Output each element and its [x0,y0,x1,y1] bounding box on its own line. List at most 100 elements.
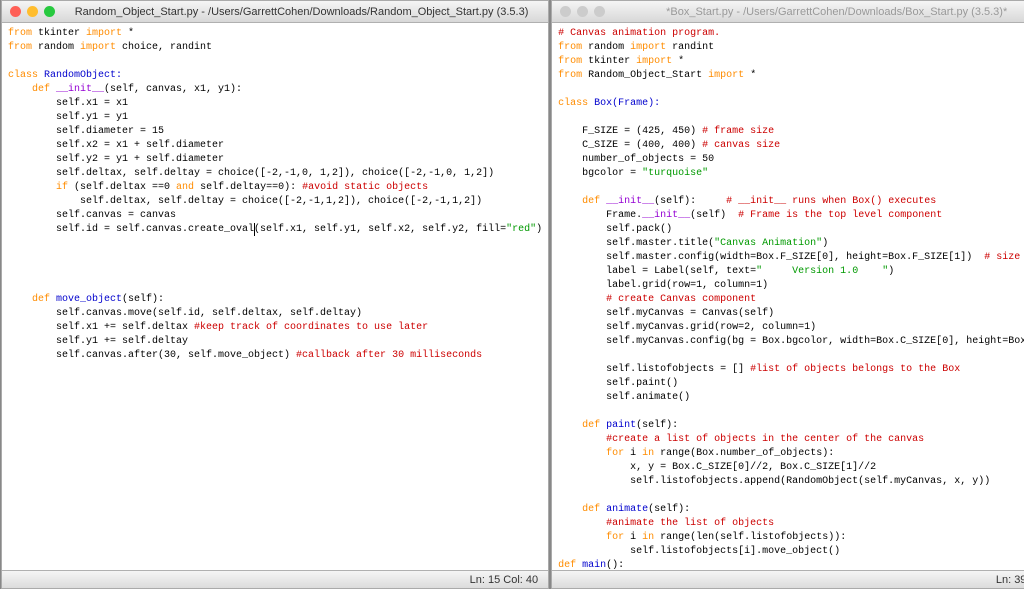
code-line: # Canvas animation program. [558,28,720,39]
code-line: #animate the list of objects [558,518,774,529]
right-titlebar[interactable]: *Box_Start.py - /Users/GarrettCohen/Down… [552,1,1024,23]
code-line: self.x2 = x1 + self.diameter [8,140,224,151]
code-token: class [8,70,38,81]
traffic-lights [560,6,605,17]
code-token: tkinter [32,28,86,39]
code-token: self.master.title( [558,238,714,249]
code-token: # __init__ runs when Box() executes [726,196,936,207]
code-token: def [558,504,600,515]
code-line: self.paint() [558,378,678,389]
code-token: tkinter [582,56,636,67]
traffic-lights [10,6,55,17]
right-editor[interactable]: # Canvas animation program. from random … [552,23,1024,570]
code-line: self.myCanvas.grid(row=2, column=1) [558,322,816,333]
code-token: C_SIZE = (400, 400) [558,140,702,151]
code-token: in [642,532,654,543]
code-token: Box(Frame): [588,98,660,109]
code-token: self.id = self.canvas.create_oval [8,224,254,235]
code-line: self.y2 = y1 + self.diameter [8,154,224,165]
code-token: #keep track of coordinates to use later [194,322,428,333]
code-token: def [558,560,576,570]
code-line: #create a list of objects in the center … [558,434,924,445]
code-token: (self.x1, self.y1, self.x2, self.y2, fil… [254,224,506,235]
right-cursor-position: Ln: 39 Col: 6 [996,574,1024,586]
minimize-icon[interactable] [27,6,38,17]
code-token: range(Box.number_of_objects): [654,448,834,459]
code-token: ) [536,224,542,235]
code-token: i [624,532,642,543]
left-titlebar[interactable]: Random_Object_Start.py - /Users/GarrettC… [2,1,548,23]
code-line: label.grid(row=1, column=1) [558,280,768,291]
code-token: * [744,70,756,81]
code-token: (self): [636,420,678,431]
left-cursor-position: Ln: 15 Col: 40 [470,574,539,586]
code-token: (self): [122,294,164,305]
code-token: Frame. [558,210,642,221]
maximize-icon[interactable] [594,6,605,17]
code-token: from [8,42,32,53]
code-line: self.canvas.move(self.id, self.deltax, s… [8,308,362,319]
code-line: # create Canvas component [558,294,756,305]
close-icon[interactable] [560,6,571,17]
code-line: self.diameter = 15 [8,126,164,137]
code-token: (self): [654,196,726,207]
code-token: "red" [506,224,536,235]
code-token: def [8,294,50,305]
code-token: #list of objects belongs to the Box [750,364,960,375]
code-token: in [642,448,654,459]
code-line: number_of_objects = 50 [558,154,714,165]
code-token: __init__ [642,210,690,221]
code-token: random [582,42,630,53]
code-token: Random_Object_Start [582,70,708,81]
code-token: self.canvas.after(30, self.move_object) [8,350,296,361]
code-token: # canvas size [702,140,780,151]
code-token: import [86,28,122,39]
maximize-icon[interactable] [44,6,55,17]
code-token: class [558,98,588,109]
code-token: import [636,56,672,67]
code-token: def [8,84,50,95]
code-token: randint [666,42,714,53]
code-token: (self, canvas, x1, y1): [104,84,242,95]
code-token: (self) [690,210,738,221]
code-token: #callback after 30 milliseconds [296,350,482,361]
code-token: import [708,70,744,81]
code-token: def [558,420,600,431]
code-token: (): [606,560,624,570]
code-line: self.y1 = y1 [8,112,128,123]
code-token: ) [888,266,894,277]
code-line: self.pack() [558,224,672,235]
code-line: self.myCanvas = Canvas(self) [558,308,774,319]
code-token: choice, randint [116,42,212,53]
code-token: #avoid static objects [302,182,428,193]
code-token: range(len(self.listofobjects)): [654,532,846,543]
code-token: (self.deltax ==0 [68,182,176,193]
code-line: self.animate() [558,392,690,403]
code-token: if [8,182,68,193]
code-token: self.x1 += self.deltax [8,322,194,333]
code-token: import [80,42,116,53]
code-token: animate [600,504,648,515]
editor-container: Random_Object_Start.py - /Users/GarrettC… [0,0,1024,589]
left-pane: Random_Object_Start.py - /Users/GarrettC… [1,0,549,589]
code-token: def [558,196,600,207]
close-icon[interactable] [10,6,21,17]
code-token: "turquoise" [642,168,708,179]
code-token: from [558,42,582,53]
code-line: self.listofobjects.append(RandomObject(s… [558,476,990,487]
minimize-icon[interactable] [577,6,588,17]
code-token: for [558,448,624,459]
code-token: " Version 1.0 " [756,266,888,277]
code-line: self.listofobjects[i].move_object() [558,546,840,557]
code-token: "Canvas Animation" [714,238,822,249]
right-pane: *Box_Start.py - /Users/GarrettCohen/Down… [551,0,1024,589]
code-token: self.master.config(width=Box.F_SIZE[0], … [558,252,984,263]
code-line: self.deltax, self.deltay = choice([-2,-1… [8,168,494,179]
code-token: i [624,448,642,459]
code-line: self.myCanvas.config(bg = Box.bgcolor, w… [558,336,1024,347]
code-token: label = Label(self, text= [558,266,756,277]
code-token: for [558,532,624,543]
code-token: from [8,28,32,39]
left-editor[interactable]: from tkinter import * from random import… [2,23,548,570]
code-token: from [558,56,582,67]
